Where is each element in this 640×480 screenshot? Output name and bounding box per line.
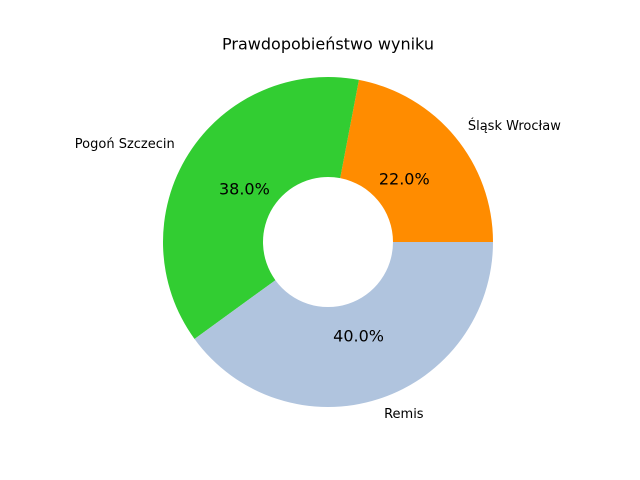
slice-category-label-2: Pogoń Szczecin [75,137,175,152]
slices-layer [163,77,493,407]
slice-percent-label-2: 38.0% [219,179,270,198]
pie-slice-1 [340,79,493,242]
slice-percent-label-1: 22.0% [379,169,430,188]
slice-category-label-3: Remis [384,407,424,422]
slice-percent-label-3: 40.0% [333,327,384,346]
pie-chart: Prawdopobieństwo wyniku 22.0% Śląsk Wrocł… [75,35,561,423]
chart-title: Prawdopobieństwo wyniku [222,35,434,54]
slice-category-label-1: Śląsk Wrocław [468,118,561,134]
chart-container: Prawdopobieństwo wyniku 22.0% Śląsk Wrocł… [0,0,640,480]
